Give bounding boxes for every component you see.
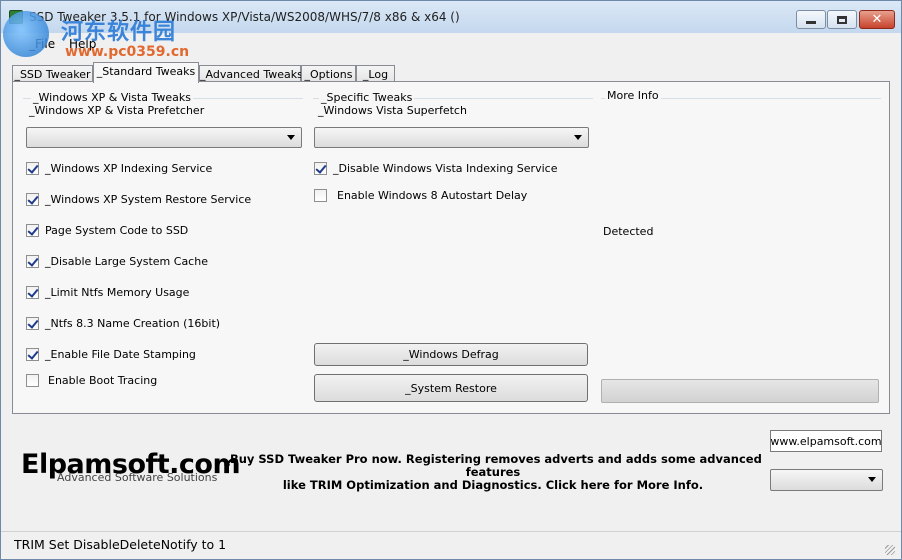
checkbox[interactable] xyxy=(26,317,39,330)
close-icon: ✕ xyxy=(871,12,883,27)
resize-grip-icon[interactable] xyxy=(885,545,895,555)
detection-status: Detected xyxy=(603,225,654,238)
menu-help[interactable]: Help xyxy=(69,37,96,51)
check-label: Page System Code to SSD xyxy=(45,224,189,237)
status-text: TRIM Set DisableDeleteNotify to 1 xyxy=(14,537,227,552)
check-vista-indexing[interactable]: _Disable Windows Vista Indexing Service xyxy=(314,162,557,175)
checkbox[interactable] xyxy=(26,286,39,299)
close-button[interactable]: ✕ xyxy=(859,10,895,29)
progress-bar xyxy=(601,379,879,403)
standard-tweaks-panel: _Windows XP & Vista Tweaks _Windows XP &… xyxy=(12,81,890,414)
xp-group-title: _Windows XP & Vista Tweaks xyxy=(31,91,193,104)
check-ntfs-memory[interactable]: _Limit Ntfs Memory Usage xyxy=(26,286,189,299)
website-button[interactable]: www.elpamsoft.com xyxy=(770,430,882,452)
logo-tagline: Advanced Software Solutions xyxy=(57,471,218,484)
chevron-down-icon xyxy=(574,135,582,140)
check-large-system-cache[interactable]: _Disable Large System Cache xyxy=(26,255,208,268)
check-label: _Enable File Date Stamping xyxy=(45,348,196,361)
maximize-button[interactable] xyxy=(827,10,857,29)
promo-line-1: _Buy SSD Tweaker Pro now. Registering re… xyxy=(224,452,762,479)
chevron-down-icon xyxy=(868,477,876,482)
check-xp-indexing[interactable]: _Windows XP Indexing Service xyxy=(26,162,212,175)
prefetcher-label: _Windows XP & Vista Prefetcher xyxy=(29,104,205,117)
checkbox[interactable] xyxy=(26,193,39,206)
more-info-title: More Info xyxy=(605,89,661,102)
checkbox[interactable] xyxy=(26,348,39,361)
check-xp-system-restore[interactable]: _Windows XP System Restore Service xyxy=(26,193,251,206)
check-file-date-stamping[interactable]: _Enable File Date Stamping xyxy=(26,348,196,361)
windows-defrag-button[interactable]: _Windows Defrag xyxy=(314,343,588,366)
minimize-icon xyxy=(806,21,816,24)
check-label: _Disable Windows Vista Indexing Service xyxy=(333,162,558,175)
check-label: _Disable Large System Cache xyxy=(45,255,208,268)
check-win8-autostart[interactable]: Enable Windows 8 Autostart Delay xyxy=(314,189,527,202)
chevron-down-icon xyxy=(287,135,295,140)
footer-dropdown[interactable] xyxy=(770,469,883,491)
menu-file[interactable]: _File xyxy=(29,37,55,51)
title-bar[interactable]: SSD Tweaker 3.5.1 for Windows XP/Vista/W… xyxy=(1,1,901,33)
superfetch-label: _Windows Vista Superfetch xyxy=(318,104,467,117)
check-label: _Ntfs 8.3 Name Creation (16bit) xyxy=(45,317,221,330)
check-page-system-code[interactable]: Page System Code to SSD xyxy=(26,224,188,237)
system-restore-button[interactable]: _System Restore xyxy=(314,374,588,402)
specific-group-title: _Specific Tweaks xyxy=(319,91,415,104)
status-bar: TRIM Set DisableDeleteNotify to 1 xyxy=(1,531,901,559)
check-boot-tracing[interactable]: Enable Boot Tracing xyxy=(26,374,157,387)
check-label: _Windows XP Indexing Service xyxy=(45,162,213,175)
checkbox[interactable] xyxy=(26,255,39,268)
check-label: Enable Boot Tracing xyxy=(48,374,158,387)
promo-line-2: like TRIM Optimization and Diagnostics. … xyxy=(282,478,704,492)
tab-standard-tweaks[interactable]: _Standard Tweaks xyxy=(93,62,199,83)
check-ntfs-83[interactable]: _Ntfs 8.3 Name Creation (16bit) xyxy=(26,317,220,330)
checkbox[interactable] xyxy=(26,374,39,387)
promo-link[interactable]: _Buy SSD Tweaker Pro now. Registering re… xyxy=(223,453,763,492)
prefetcher-dropdown[interactable] xyxy=(26,127,302,148)
minimize-button[interactable] xyxy=(796,10,826,29)
elpamsoft-logo[interactable]: Elpamsoft.com Advanced Software Solution… xyxy=(21,449,241,484)
check-label: _Windows XP System Restore Service xyxy=(45,193,252,206)
menu-bar: _File Help xyxy=(1,33,901,53)
checkbox[interactable] xyxy=(26,224,39,237)
maximize-icon xyxy=(837,15,847,24)
checkbox[interactable] xyxy=(314,189,327,202)
app-window: SSD Tweaker 3.5.1 for Windows XP/Vista/W… xyxy=(0,0,902,560)
check-label: Enable Windows 8 Autostart Delay xyxy=(337,189,528,202)
app-icon xyxy=(9,10,23,24)
check-label: _Limit Ntfs Memory Usage xyxy=(45,286,190,299)
checkbox[interactable] xyxy=(26,162,39,175)
checkbox[interactable] xyxy=(314,162,327,175)
window-title: SSD Tweaker 3.5.1 for Windows XP/Vista/W… xyxy=(29,10,460,24)
superfetch-dropdown[interactable] xyxy=(314,127,589,148)
